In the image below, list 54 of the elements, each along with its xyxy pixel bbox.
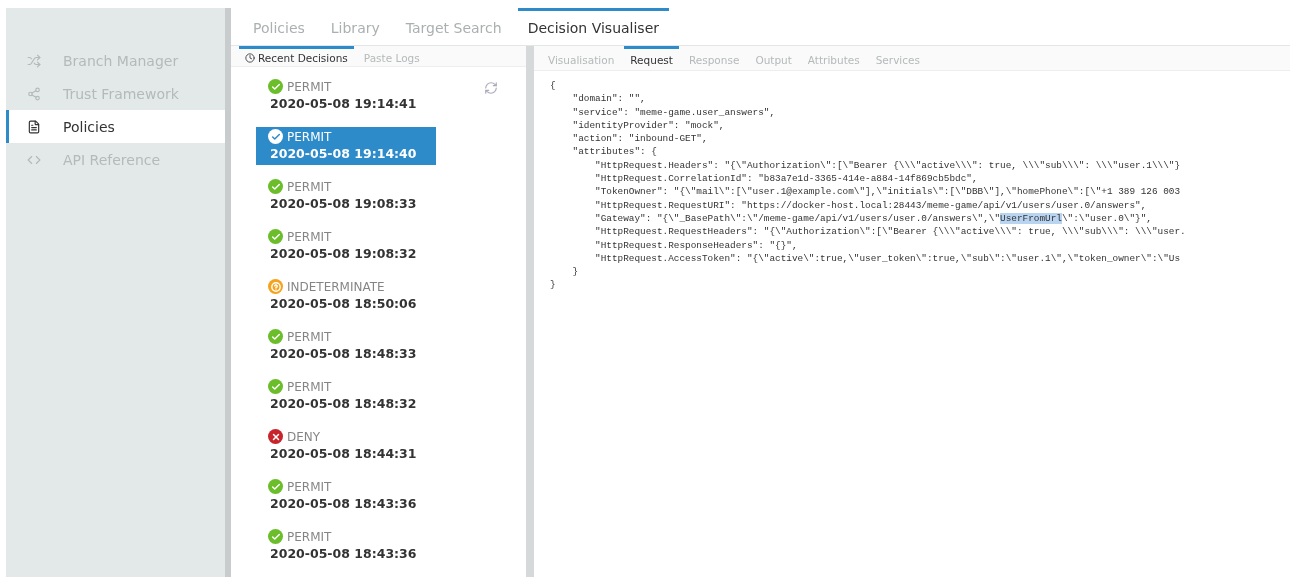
status-label: PERMIT <box>287 479 332 494</box>
tab[interactable]: Recent Decisions <box>239 46 354 66</box>
decision-item[interactable]: PERMIT 2020-05-08 18:43:36 <box>256 477 436 515</box>
decision-time: 2020-05-08 18:48:33 <box>269 346 418 361</box>
code-line: { <box>550 79 557 93</box>
decision-time: 2020-05-08 18:43:36 <box>269 546 418 561</box>
code-line: "HttpRequest.Headers": "{\"Authorization\":[\"Bearer {\\\"active\\\": true, \\\"sub\\\": \\\"user.1\\\"} <box>594 158 1182 173</box>
share-icon <box>27 86 41 101</box>
code-line: "action": "inbound-GET", <box>571 132 709 146</box>
decision-item[interactable]: PERMIT 2020-05-08 19:08:33 <box>256 177 436 215</box>
decision-item[interactable]: PERMIT 2020-05-08 18:43:36 <box>256 527 436 565</box>
status-label: PERMIT <box>287 79 332 94</box>
decision-item[interactable]: PERMIT 2020-05-08 19:14:40 <box>256 127 436 165</box>
status-label: PERMIT <box>287 379 332 394</box>
decision-time: 2020-05-08 18:50:06 <box>269 296 418 311</box>
code-line: "Gateway": "{\"_BasePath\":\"/meme-game/api/v1/users/user.0/answers\",\"UserFromUrl\":\"user.0\"}", <box>594 211 1153 226</box>
decision-item[interactable]: PERMIT 2020-05-08 19:08:32 <box>256 227 436 265</box>
decision-item[interactable]: PERMIT 2020-05-08 19:14:41 <box>256 77 436 115</box>
code-line: "HttpRequest.AccessToken": "{\"active\":true,\"user_token\":true,\"sub\":\"user.1\",\"token_owner\":\"Us <box>594 251 1182 266</box>
code-line: } <box>550 278 557 292</box>
code-line: "attributes": { <box>571 145 658 159</box>
status-label: PERMIT <box>287 229 332 244</box>
decision-time: 2020-05-08 19:14:40 <box>269 146 418 161</box>
document-icon <box>27 119 41 134</box>
code-line: "domain": "", <box>571 92 647 106</box>
refresh-icon[interactable] <box>484 81 498 95</box>
status-label: PERMIT <box>287 529 332 544</box>
decision-item[interactable]: PERMIT 2020-05-08 18:48:32 <box>256 377 436 415</box>
decision-item[interactable]: DENY 2020-05-08 18:44:31 <box>256 427 436 465</box>
decision-item[interactable]: INDETERMINATE 2020-05-08 18:50:06 <box>256 277 436 315</box>
tab[interactable]: Request <box>624 46 679 70</box>
code-line: "HttpRequest.ResponseHeaders": "{}", <box>594 238 799 252</box>
sidebar-item[interactable]: Policies <box>6 110 225 143</box>
decision-time: 2020-05-08 19:08:32 <box>269 246 418 261</box>
status-label: DENY <box>287 429 321 444</box>
decision-time: 2020-05-08 18:43:36 <box>269 496 418 511</box>
code-line: "HttpRequest.CorrelationId": "b83a7e1d-3365-414e-a884-14f869cb5bdc", <box>594 172 979 186</box>
shuffle-icon <box>27 53 41 68</box>
status-label: PERMIT <box>287 179 332 194</box>
decision-time: 2020-05-08 19:08:33 <box>269 196 418 211</box>
code-line: "service": "meme-game.user_answers", <box>571 105 777 119</box>
status-label: PERMIT <box>287 329 332 344</box>
code-line: "identityProvider": "mock", <box>571 118 726 133</box>
decision-item[interactable]: PERMIT 2020-05-08 18:48:33 <box>256 327 436 365</box>
decision-time: 2020-05-08 19:14:41 <box>269 96 418 111</box>
clock-icon <box>245 52 255 63</box>
code-line: } <box>571 265 580 279</box>
code-line: "TokenOwner": "{\"mail\":[\"user.1@example.com\"],\"initials\":[\"DBB\"],\"homePhone\":[\"+1 389 126 003 <box>594 185 1182 199</box>
code-line: "HttpRequest.RequestURI": "https://docker-host.local:28443/meme-game/api/v1/users/user.0/answers", <box>594 198 1148 212</box>
code-line: "HttpRequest.RequestHeaders": "{\"Authorization\":[\"Bearer {\\\"active\\\": true, \\\"sub\\\": \\\"user. <box>594 225 1187 239</box>
status-label: INDETERMINATE <box>287 279 385 294</box>
status-label: PERMIT <box>287 129 332 144</box>
decision-time: 2020-05-08 18:48:32 <box>269 396 418 411</box>
decision-time: 2020-05-08 18:44:31 <box>269 446 418 461</box>
